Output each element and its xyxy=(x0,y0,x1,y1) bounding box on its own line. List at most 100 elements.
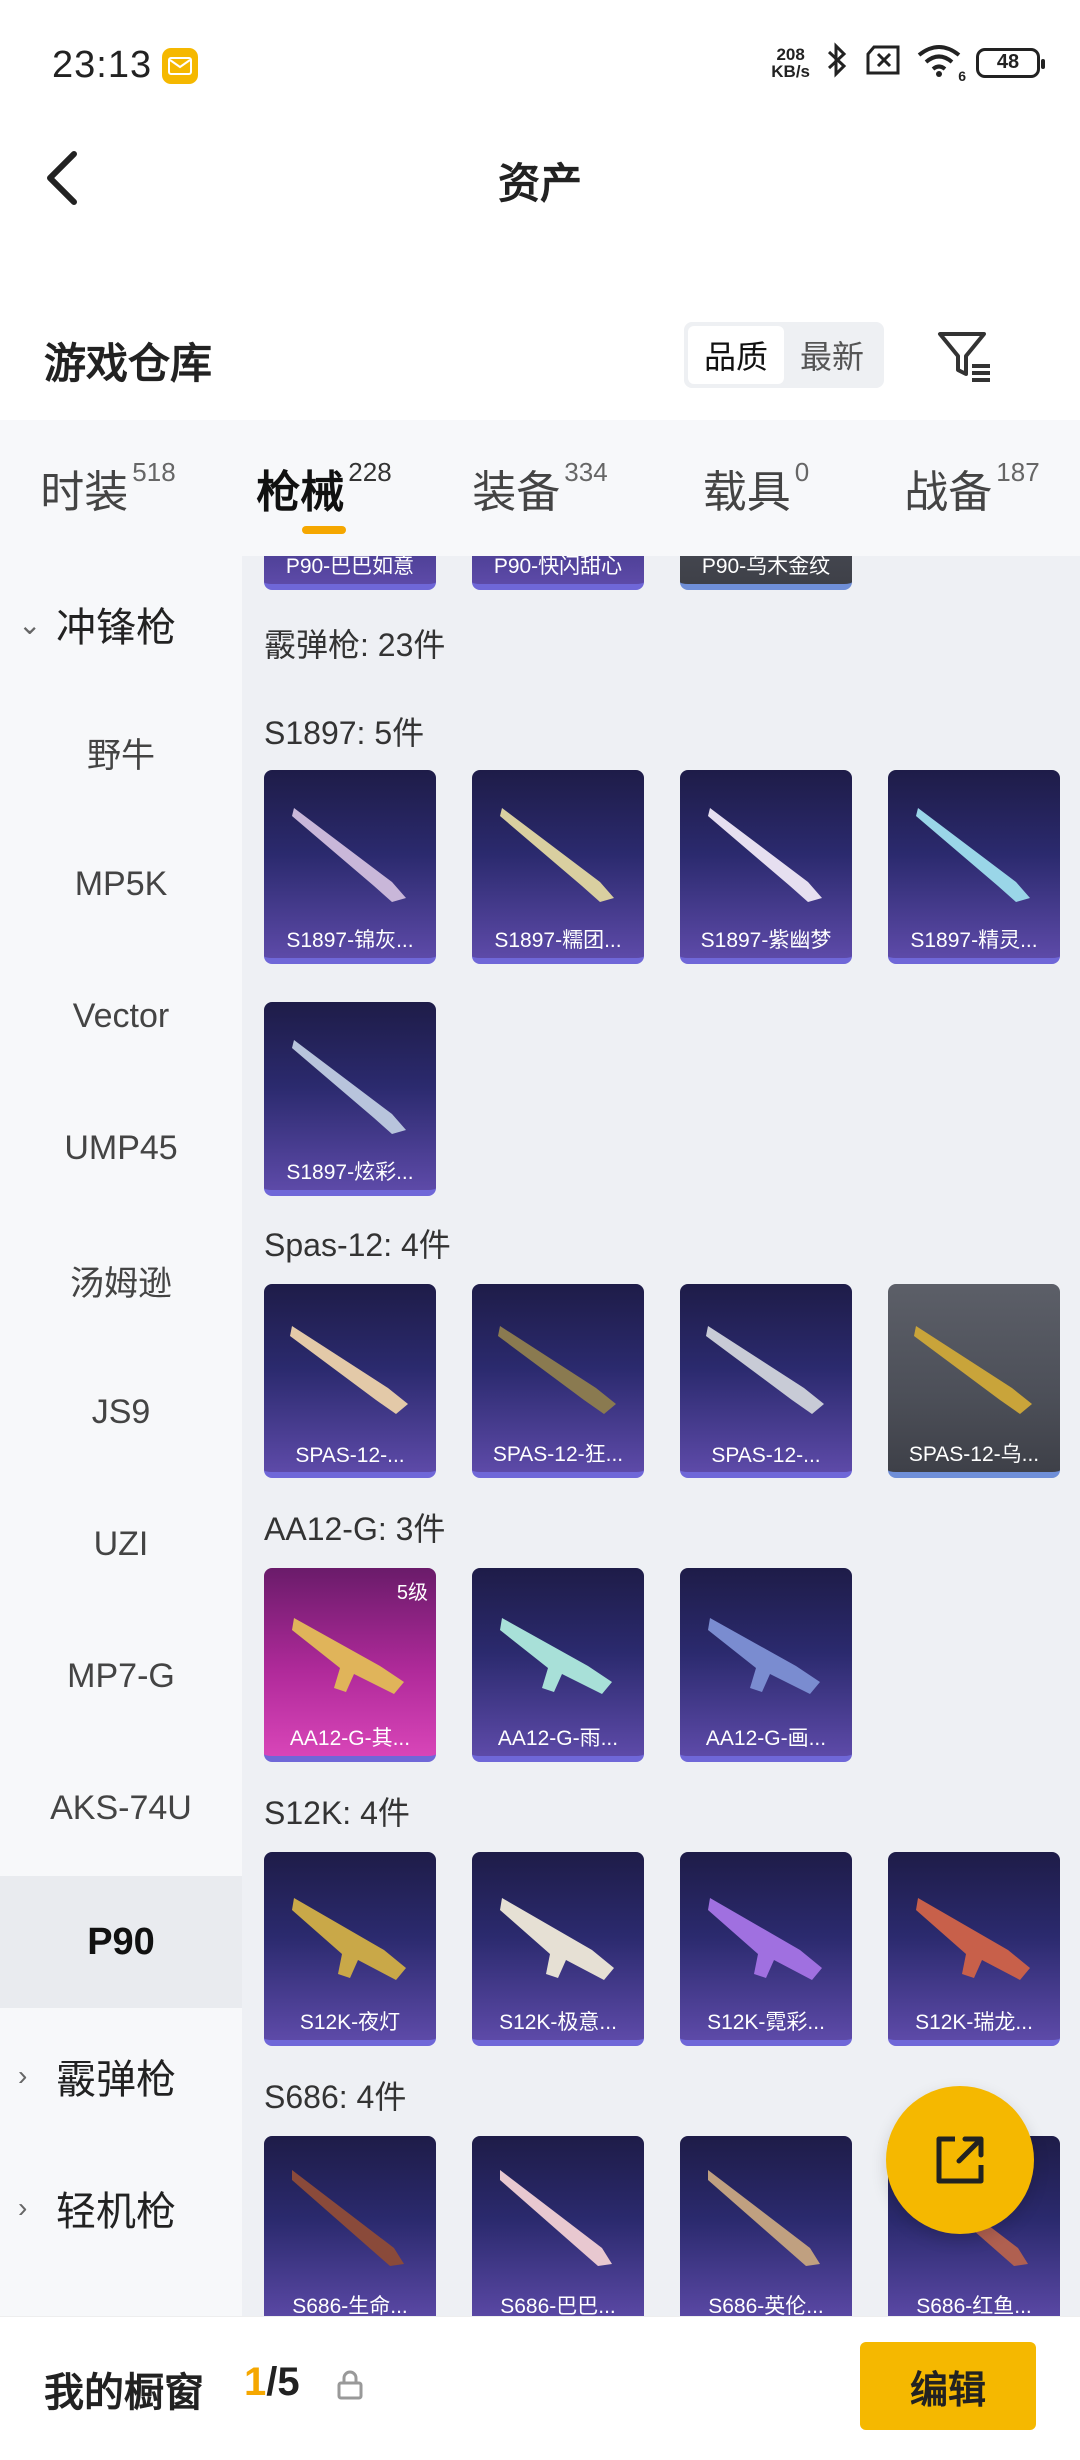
weapon-card[interactable]: S686-巴巴... xyxy=(472,2136,644,2316)
shotgun-icon xyxy=(500,2170,612,2266)
mail-notification-icon xyxy=(162,48,198,84)
tab-equipment[interactable]: 装备 334 xyxy=(432,420,648,556)
shotgun-icon xyxy=(292,2170,404,2266)
weapon-name: S1897-炫彩... xyxy=(286,1161,414,1184)
showcase-label: 我的橱窗 xyxy=(44,2371,204,2415)
weapon-name: S12K-夜灯 xyxy=(299,2011,401,2034)
weapon-name: SPAS-12-... xyxy=(711,1444,821,1467)
weapon-card[interactable]: SPAS-12-乌... xyxy=(888,1284,1060,1478)
tab-supplies[interactable]: 战备 187 xyxy=(864,420,1080,556)
bluetooth-icon xyxy=(824,42,850,83)
edit-button[interactable]: 编辑 xyxy=(860,2342,1036,2430)
net-speed: 208 KB/s xyxy=(771,44,810,81)
sidebar-item-p90[interactable]: P90 xyxy=(0,1876,242,2008)
weapon-name: SPAS-12-... xyxy=(295,1444,405,1467)
shotgun-icon xyxy=(292,808,406,902)
weapon-name: S1897-糯团... xyxy=(494,929,622,952)
weapon-card[interactable]: S1897-炫彩... xyxy=(264,1002,436,1196)
rifle-icon xyxy=(292,1898,406,1980)
share-button[interactable] xyxy=(886,2086,1034,2234)
tab-vehicles[interactable]: 载具 0 xyxy=(648,420,864,556)
shotgun-icon xyxy=(708,808,822,902)
weapon-card[interactable]: S1897-锦灰... xyxy=(264,770,436,964)
weapon-card[interactable]: P90-快闪甜心 xyxy=(472,556,644,590)
shotgun-icon xyxy=(708,2170,820,2266)
sort-newest-button[interactable]: 最新 xyxy=(784,326,880,384)
weapon-name: S686-生命... xyxy=(292,2295,408,2316)
sidebar-item[interactable]: UMP45 xyxy=(0,1082,242,1214)
rifle-icon xyxy=(708,1898,822,1980)
sidebar-item[interactable]: MP7-G xyxy=(0,1610,242,1742)
shotgun-icon xyxy=(914,1326,1032,1414)
shotgun-icon xyxy=(498,1326,616,1414)
group-title: AA12-G: 3件 xyxy=(264,1511,446,1547)
weapon-name: S686-英伦... xyxy=(708,2295,824,2316)
category-tabs: 时装 518 枪械 228 装备 334 载具 0 战备 187 xyxy=(0,420,1080,556)
weapon-card[interactable]: 5级 AA12-G-其... xyxy=(264,1568,436,1762)
weapon-grid: P90-巴巴如意 P90-快闪甜心 P90-乌木金纹 霰弹枪: 23件 S189… xyxy=(242,556,1080,2316)
weapon-card[interactable]: S12K-极意... xyxy=(472,1852,644,2046)
rifle-icon xyxy=(916,1898,1030,1980)
weapon-card[interactable]: S686-生命... xyxy=(264,2136,436,2316)
weapon-card[interactable]: S686-英伦... xyxy=(680,2136,852,2316)
weapon-name: S12K-霓彩... xyxy=(707,2011,825,2034)
warehouse-title: 游戏仓库 xyxy=(44,340,213,387)
shotgun-icon xyxy=(706,1326,824,1414)
sidebar-category-shotgun[interactable]: › 霰弹枪 xyxy=(0,2026,242,2126)
weapon-name: AA12-G-其... xyxy=(289,1727,411,1750)
chevron-right-icon: › xyxy=(18,2192,28,2223)
weapon-name: AA12-G-画... xyxy=(705,1727,827,1750)
showcase-count: 1/5 xyxy=(244,2360,300,2404)
chevron-right-icon: › xyxy=(18,2060,28,2091)
status-time: 23:13 xyxy=(52,44,153,86)
category-header: 霰弹枪: 23件 xyxy=(264,627,446,663)
chevron-down-icon: ⌄ xyxy=(18,608,42,640)
weapon-card[interactable]: S1897-紫幽梦 xyxy=(680,770,852,964)
rifle-icon xyxy=(292,1618,404,1694)
sidebar-item[interactable]: MP5K xyxy=(0,818,242,950)
weapon-card[interactable]: SPAS-12-... xyxy=(680,1284,852,1478)
sidebar-item[interactable]: UZI xyxy=(0,1478,242,1610)
weapon-name: S12K-瑞龙... xyxy=(915,2011,1033,2034)
weapon-card[interactable]: S1897-糯团... xyxy=(472,770,644,964)
filter-icon[interactable] xyxy=(934,326,994,386)
weapon-name: S1897-精灵... xyxy=(910,929,1038,952)
weapon-name: P90-巴巴如意 xyxy=(285,556,415,578)
sidebar-item[interactable]: JS9 xyxy=(0,1346,242,1478)
weapon-name: AA12-G-雨... xyxy=(497,1727,619,1750)
weapon-name: S1897-紫幽梦 xyxy=(700,929,832,952)
shotgun-icon xyxy=(916,808,1030,902)
weapon-card[interactable]: SPAS-12-狂... xyxy=(472,1284,644,1478)
weapon-card[interactable]: AA12-G-画... xyxy=(680,1568,852,1762)
weapon-card[interactable]: P90-乌木金纹 xyxy=(680,556,852,590)
lock-icon xyxy=(336,2370,364,2400)
rifle-icon xyxy=(500,1898,614,1980)
rifle-icon xyxy=(500,1618,612,1694)
weapon-card[interactable]: S1897-精灵... xyxy=(888,770,1060,964)
sidebar-item[interactable]: 野牛 xyxy=(0,686,242,818)
weapon-card[interactable]: AA12-G-雨... xyxy=(472,1568,644,1762)
weapon-name: S686-巴巴... xyxy=(500,2295,616,2316)
weapon-type-sidebar: ⌄ 冲锋枪 野牛 MP5K Vector UMP45 汤姆逊 JS9 UZI MP… xyxy=(0,556,242,2316)
shotgun-icon xyxy=(290,1326,408,1414)
weapon-card[interactable]: S12K-瑞龙... xyxy=(888,1852,1060,2046)
weapon-name: P90-乌木金纹 xyxy=(701,556,831,578)
battery-indicator: 48 xyxy=(976,47,1045,78)
sidebar-item[interactable]: Vector xyxy=(0,950,242,1082)
weapon-name: S686-红鱼... xyxy=(916,2295,1032,2316)
weapon-card[interactable]: P90-巴巴如意 xyxy=(264,556,436,590)
sort-quality-button[interactable]: 品质 xyxy=(688,326,784,384)
weapon-card[interactable]: S12K-霓彩... xyxy=(680,1852,852,2046)
tab-fashion[interactable]: 时装 518 xyxy=(0,420,216,556)
shotgun-icon xyxy=(500,808,614,902)
sidebar-item[interactable]: 汤姆逊 xyxy=(0,1214,242,1346)
tab-firearms[interactable]: 枪械 228 xyxy=(216,420,432,556)
group-title: S1897: 5件 xyxy=(264,715,425,751)
weapon-card[interactable]: S12K-夜灯 xyxy=(264,1852,436,2046)
sort-toggle: 品质 最新 xyxy=(684,322,884,388)
weapon-card[interactable]: SPAS-12-... xyxy=(264,1284,436,1478)
sidebar-category-smg[interactable]: ⌄ 冲锋枪 xyxy=(0,574,242,674)
no-sim-icon xyxy=(864,45,902,80)
sidebar-item[interactable]: AKS-74U xyxy=(0,1742,242,1874)
sidebar-category-lmg[interactable]: › 轻机枪 xyxy=(0,2158,242,2258)
